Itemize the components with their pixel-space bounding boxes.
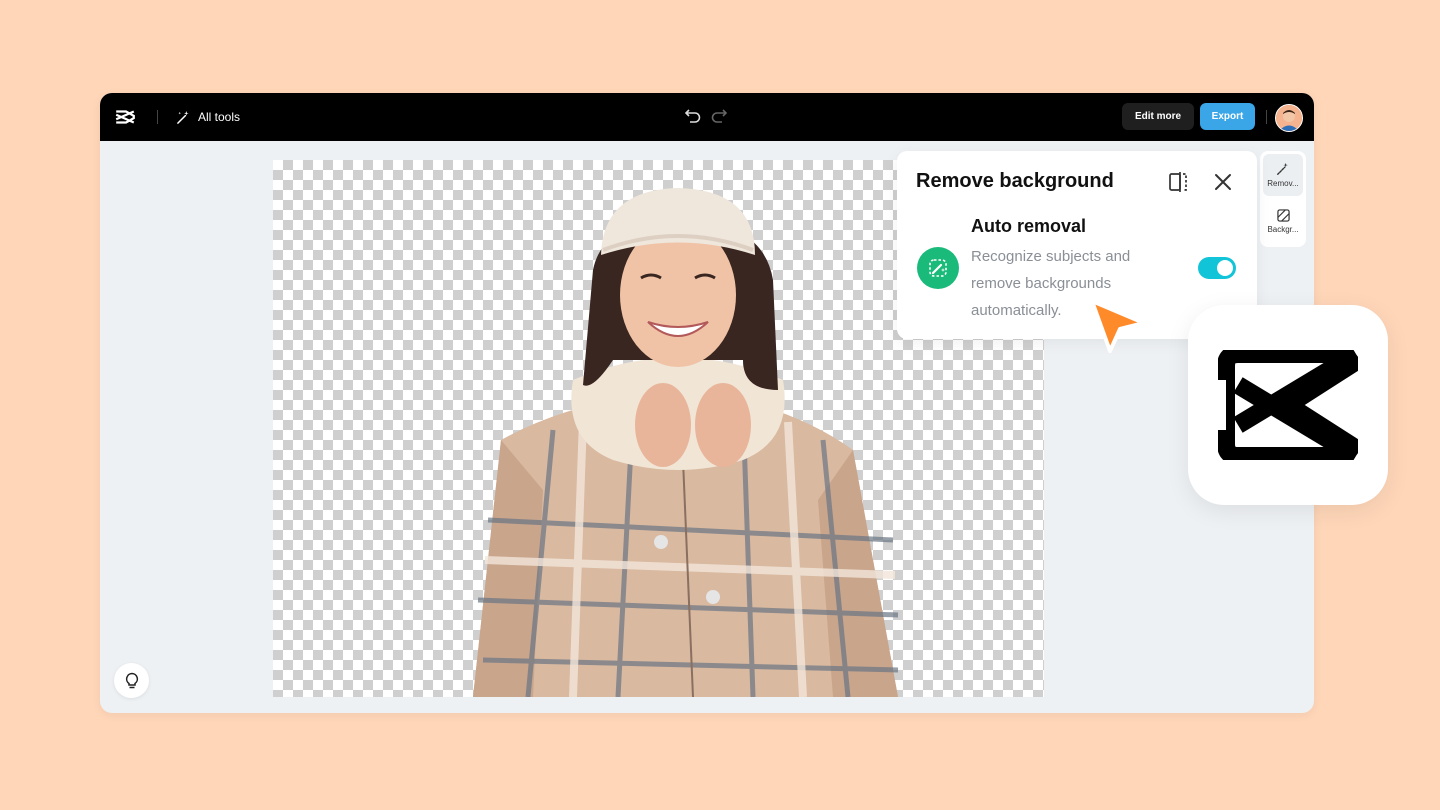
rail-item-label: Remov...: [1267, 179, 1299, 188]
compare-icon[interactable]: [1167, 170, 1191, 194]
capcut-logo-icon[interactable]: [114, 106, 136, 128]
lightbulb-button[interactable]: [114, 663, 149, 698]
panel-title: Remove background: [916, 170, 1114, 192]
magic-wand-icon: [1277, 162, 1288, 175]
rail-item-background[interactable]: Backgr...: [1263, 200, 1303, 242]
feature-title: Auto removal: [971, 216, 1087, 236]
pointer-cursor-icon: [1090, 299, 1146, 353]
all-tools-label: All tools: [198, 110, 241, 124]
right-tool-rail: Remov... Backgr...: [1260, 151, 1306, 247]
toolbar-divider: [1266, 110, 1267, 124]
background-icon: [1276, 208, 1290, 222]
avatar-image: [1276, 105, 1302, 131]
magic-wand-icon: [177, 110, 189, 124]
avatar[interactable]: [1275, 104, 1303, 132]
magic-wand-icon: [929, 259, 947, 277]
export-button[interactable]: Export: [1200, 103, 1255, 130]
edit-more-button[interactable]: Edit more: [1122, 103, 1194, 130]
close-icon[interactable]: [1212, 171, 1234, 193]
top-toolbar: All tools Edit more Export: [100, 93, 1314, 141]
capcut-logo-tile: [1188, 305, 1388, 505]
rail-item-remove-background[interactable]: Remov...: [1263, 154, 1303, 196]
undo-icon[interactable]: [684, 106, 702, 124]
auto-removal-toggle[interactable]: [1198, 257, 1236, 279]
redo-icon[interactable]: [710, 106, 728, 124]
auto-removal-icon: [917, 247, 959, 289]
lightbulb-icon: [125, 672, 138, 688]
capcut-logo-icon: [1218, 350, 1358, 460]
toggle-knob: [1217, 260, 1233, 276]
all-tools-button[interactable]: All tools: [176, 107, 240, 127]
rail-item-label: Backgr...: [1267, 224, 1299, 234]
toolbar-divider: [157, 110, 158, 124]
